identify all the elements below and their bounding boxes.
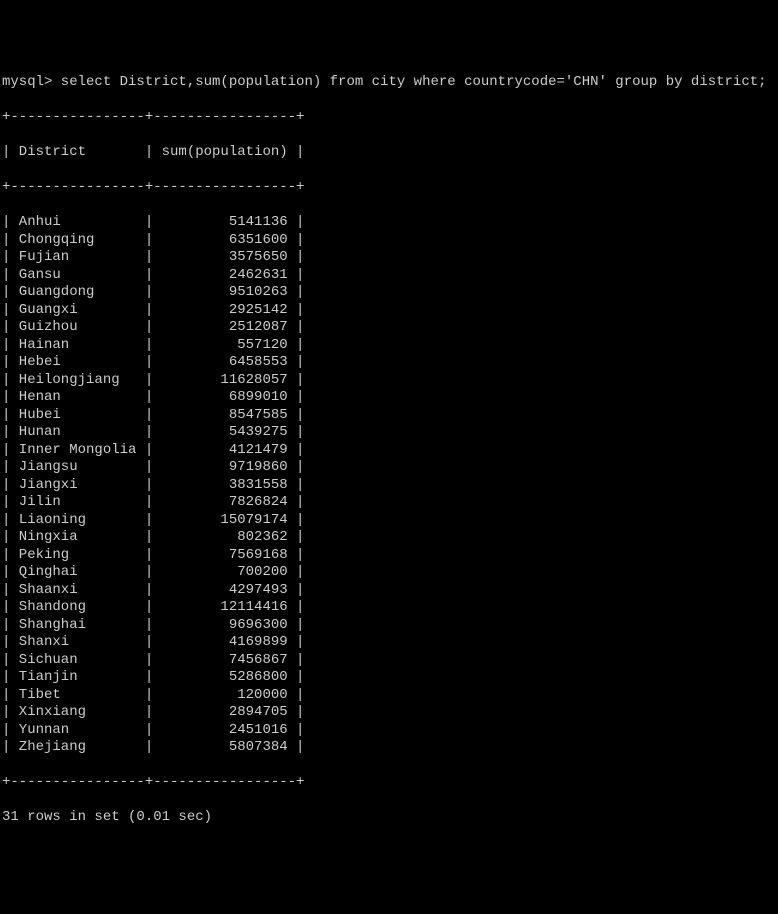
table-border-mid: +----------------+-----------------+	[2, 179, 776, 197]
result-footer: 31 rows in set (0.01 sec)	[2, 809, 776, 827]
table-row: | Tianjin | 5286800 |	[2, 669, 776, 687]
table-row: | Liaoning | 15079174 |	[2, 512, 776, 530]
table-row: | Shanghai | 9696300 |	[2, 617, 776, 635]
table-border-bottom: +----------------+-----------------+	[2, 774, 776, 792]
table-row: | Henan | 6899010 |	[2, 389, 776, 407]
table-row: | Hunan | 5439275 |	[2, 424, 776, 442]
table-row: | Ningxia | 802362 |	[2, 529, 776, 547]
table-row: | Yunnan | 2451016 |	[2, 722, 776, 740]
table-row: | Fujian | 3575650 |	[2, 249, 776, 267]
table-row: | Xinxiang | 2894705 |	[2, 704, 776, 722]
table-body: | Anhui | 5141136 || Chongqing | 6351600…	[2, 214, 776, 757]
table-row: | Guizhou | 2512087 |	[2, 319, 776, 337]
table-row: | Hebei | 6458553 |	[2, 354, 776, 372]
table-row: | Heilongjiang | 11628057 |	[2, 372, 776, 390]
table-header-row: | District | sum(population) |	[2, 144, 776, 162]
table-row: | Guangdong | 9510263 |	[2, 284, 776, 302]
table-row: | Inner Mongolia | 4121479 |	[2, 442, 776, 460]
table-row: | Shanxi | 4169899 |	[2, 634, 776, 652]
table-row: | Guangxi | 2925142 |	[2, 302, 776, 320]
table-row: | Shandong | 12114416 |	[2, 599, 776, 617]
table-row: | Jilin | 7826824 |	[2, 494, 776, 512]
table-row: | Qinghai | 700200 |	[2, 564, 776, 582]
table-row: | Chongqing | 6351600 |	[2, 232, 776, 250]
table-row: | Shaanxi | 4297493 |	[2, 582, 776, 600]
table-row: | Jiangxi | 3831558 |	[2, 477, 776, 495]
table-row: | Zhejiang | 5807384 |	[2, 739, 776, 757]
sql-prompt-line[interactable]: mysql> select District,sum(population) f…	[2, 74, 776, 92]
table-row: | Sichuan | 7456867 |	[2, 652, 776, 670]
table-row: | Hainan | 557120 |	[2, 337, 776, 355]
table-row: | Gansu | 2462631 |	[2, 267, 776, 285]
table-row: | Tibet | 120000 |	[2, 687, 776, 705]
table-border-top: +----------------+-----------------+	[2, 109, 776, 127]
table-row: | Anhui | 5141136 |	[2, 214, 776, 232]
table-row: | Peking | 7569168 |	[2, 547, 776, 565]
table-row: | Jiangsu | 9719860 |	[2, 459, 776, 477]
table-row: | Hubei | 8547585 |	[2, 407, 776, 425]
